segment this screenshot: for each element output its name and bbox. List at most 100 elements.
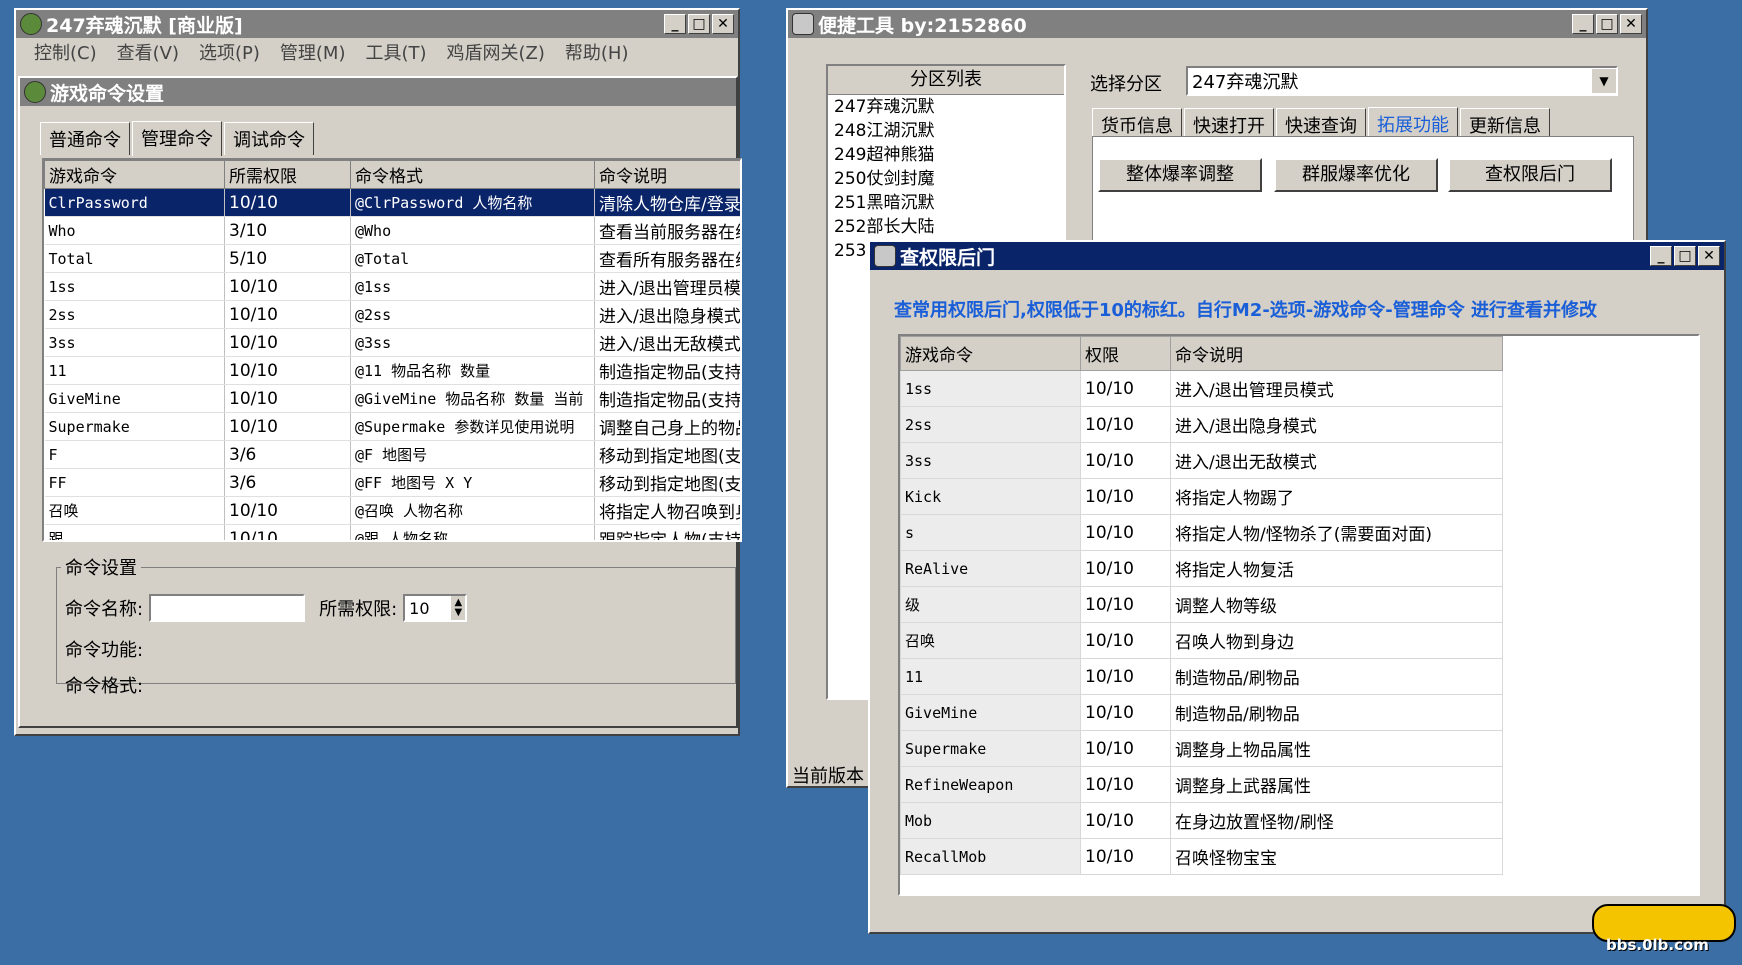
menu-gateway[interactable]: 鸡盾网关(Z) bbox=[437, 39, 555, 65]
table-row[interactable]: 11 10/10 制造物品/刷物品 bbox=[900, 658, 1503, 695]
table-row[interactable]: 3ss10/10@3ss进入/退出无敌模式(进入 bbox=[44, 328, 740, 357]
cell-desc: 制造物品/刷物品 bbox=[1170, 658, 1503, 695]
maximize-button[interactable]: □ bbox=[1674, 246, 1696, 266]
menu-options[interactable]: 选项(P) bbox=[189, 39, 270, 65]
col-game-command[interactable]: 游戏命令 bbox=[900, 336, 1081, 371]
table-row[interactable]: 1ss 10/10 进入/退出管理员模式 bbox=[900, 370, 1503, 407]
cell-desc: 制造指定物品(支持权限 bbox=[594, 384, 740, 413]
table-row[interactable]: 跟10/10@跟 人物名称跟踪指定人物(支持权限 bbox=[44, 524, 740, 540]
backdoor-titlebar[interactable]: 查权限后门 _ □ ✕ bbox=[870, 242, 1724, 270]
cmd-tabs: 普通命令 管理命令 调试命令 bbox=[40, 120, 736, 156]
col-game-command[interactable]: 游戏命令 bbox=[44, 160, 225, 189]
cmd-settings-titlebar[interactable]: 游戏命令设置 bbox=[20, 78, 736, 106]
tab-admin-commands[interactable]: 管理命令 bbox=[132, 121, 222, 156]
zone-list-item[interactable]: 248江湖沉默 bbox=[834, 119, 1064, 143]
cell-format: @11 物品名称 数量 bbox=[350, 356, 595, 385]
cmd-table: 游戏命令 所需权限 命令格式 命令说明 ClrPassword 10/10 @Clr… bbox=[44, 160, 740, 540]
cell-desc: 查看当前服务器在线人数 bbox=[594, 216, 740, 245]
menu-manage[interactable]: 管理(M) bbox=[270, 39, 356, 65]
cell-desc: 清除人物仓库/登录密码 bbox=[594, 188, 740, 217]
maximize-button[interactable]: □ bbox=[1596, 14, 1618, 34]
cell-perm: 10/10 bbox=[1080, 766, 1171, 803]
table-row[interactable]: Who3/10@Who查看当前服务器在线人数 bbox=[44, 216, 740, 245]
cell-format: @跟 人物名称 bbox=[350, 524, 595, 540]
cell-command: 3ss bbox=[900, 442, 1081, 479]
table-row[interactable]: RefineWeapon 10/10 调整身上武器属性 bbox=[900, 766, 1503, 803]
cell-format: @FF 地图号 X Y bbox=[350, 468, 595, 497]
table-row[interactable]: ReAlive 10/10 将指定人物复活 bbox=[900, 550, 1503, 587]
check-backdoor-button[interactable]: 查权限后门 bbox=[1448, 158, 1612, 192]
cell-perm: 10/10 bbox=[1080, 406, 1171, 443]
cell-perm: 10/10 bbox=[1080, 730, 1171, 767]
col-permission[interactable]: 权限 bbox=[1080, 336, 1171, 371]
table-row[interactable]: 2ss10/10@2ss进入/退出隐身模式(进入 bbox=[44, 300, 740, 329]
cell-perm: 3/10 bbox=[224, 216, 351, 245]
minimize-button[interactable]: _ bbox=[1650, 246, 1672, 266]
tab-normal-commands[interactable]: 普通命令 bbox=[40, 122, 130, 155]
table-row[interactable]: F3/6@F 地图号移动到指定地图(支持权限 bbox=[44, 440, 740, 469]
menu-view[interactable]: 查看(V) bbox=[107, 39, 189, 65]
table-row[interactable]: RecallMob 10/10 召唤怪物宝宝 bbox=[900, 838, 1503, 875]
table-row[interactable]: Total5/10@Total查看所有服务器在线人数 bbox=[44, 244, 740, 273]
main-menubar: 控制(C) 查看(V) 选项(P) 管理(M) 工具(T) 鸡盾网关(Z) 帮助… bbox=[16, 38, 738, 66]
col-command-format[interactable]: 命令格式 bbox=[350, 160, 595, 189]
close-button[interactable]: ✕ bbox=[712, 14, 734, 34]
perm-spinner[interactable]: 10 ▲ ▼ bbox=[403, 594, 468, 622]
table-row[interactable]: 级 10/10 调整人物等级 bbox=[900, 586, 1503, 623]
backdoor-title: 查权限后门 bbox=[900, 246, 996, 269]
menu-help[interactable]: 帮助(H) bbox=[555, 39, 639, 65]
table-row[interactable]: 3ss 10/10 进入/退出无敌模式 bbox=[900, 442, 1503, 479]
cell-format: @ClrPassword 人物名称 bbox=[350, 188, 595, 217]
cell-desc: 进入/退出隐身模式(进入 bbox=[594, 300, 740, 329]
col-command-desc[interactable]: 命令说明 bbox=[594, 160, 740, 189]
menu-control[interactable]: 控制(C) bbox=[24, 39, 107, 65]
cell-format: @1ss bbox=[350, 272, 595, 301]
command-name-input[interactable] bbox=[149, 594, 306, 622]
zone-list-item[interactable]: 250仗剑封魔 bbox=[834, 167, 1064, 191]
group-drop-rate-button[interactable]: 群服爆率优化 bbox=[1274, 158, 1438, 192]
menu-tools[interactable]: 工具(T) bbox=[355, 39, 436, 65]
table-row[interactable]: s 10/10 将指定人物/怪物杀了(需要面对面) bbox=[900, 514, 1503, 551]
minimize-button[interactable]: _ bbox=[664, 14, 686, 34]
zone-list-item[interactable]: 249超神熊猫 bbox=[834, 143, 1064, 167]
tab-debug-commands[interactable]: 调试命令 bbox=[224, 122, 314, 155]
zone-list-item[interactable]: 247弃魂沉默 bbox=[834, 95, 1064, 119]
table-row[interactable]: 1110/10@11 物品名称 数量制造指定物品(支持权限 bbox=[44, 356, 740, 385]
table-row[interactable]: Kick 10/10 将指定人物踢了 bbox=[900, 478, 1503, 515]
table-row[interactable]: Supermake 10/10 @Supermake 参数详见使用说明 调整自己身上的… bbox=[44, 412, 740, 441]
cell-command: GiveMine bbox=[44, 384, 225, 413]
cell-perm: 10/10 bbox=[224, 300, 351, 329]
col-command-desc[interactable]: 命令说明 bbox=[1170, 336, 1503, 371]
cell-desc: 将指定人物/怪物杀了(需要面对面) bbox=[1170, 514, 1503, 551]
maximize-button[interactable]: □ bbox=[688, 14, 710, 34]
col-required-perm[interactable]: 所需权限 bbox=[224, 160, 351, 189]
cell-perm: 10/10 bbox=[224, 328, 351, 357]
quick-tool-titlebar[interactable]: 便捷工具 by:2152860 _ □ ✕ bbox=[788, 10, 1646, 38]
command-function-label: 命令功能: bbox=[65, 640, 144, 661]
quick-tool-title: 便捷工具 by:2152860 bbox=[818, 14, 1027, 37]
zone-list-item[interactable]: 251黑暗沉默 bbox=[834, 191, 1064, 215]
table-row[interactable]: Supermake 10/10 调整身上物品属性 bbox=[900, 730, 1503, 767]
overall-drop-rate-button[interactable]: 整体爆率调整 bbox=[1098, 158, 1262, 192]
cell-command: RecallMob bbox=[900, 838, 1081, 875]
zone-list-item[interactable]: 252部长大陆 bbox=[834, 215, 1064, 239]
chevron-down-icon[interactable]: ▼ bbox=[1592, 69, 1616, 93]
zone-select[interactable]: 247弃魂沉默 ▼ bbox=[1186, 66, 1618, 96]
cell-perm: 10/10 bbox=[1080, 478, 1171, 515]
table-row[interactable]: ClrPassword 10/10 @ClrPassword 人物名称 清除人物仓库/… bbox=[44, 188, 740, 217]
close-button[interactable]: ✕ bbox=[1698, 246, 1720, 266]
main-titlebar[interactable]: 247弃魂沉默 [商业版] _ □ ✕ bbox=[16, 10, 738, 38]
table-row[interactable]: 1ss10/10@1ss进入/退出管理员模式(进入 bbox=[44, 272, 740, 301]
table-row[interactable]: 2ss 10/10 进入/退出隐身模式 bbox=[900, 406, 1503, 443]
close-button[interactable]: ✕ bbox=[1620, 14, 1642, 34]
tool-tab-panel bbox=[1092, 136, 1634, 248]
table-row[interactable]: 召唤 10/10 召唤人物到身边 bbox=[900, 622, 1503, 659]
minimize-button[interactable]: _ bbox=[1572, 14, 1594, 34]
table-row[interactable]: FF3/6@FF 地图号 X Y移动到指定地图(支持权限 bbox=[44, 468, 740, 497]
table-row[interactable]: GiveMine 10/10 制造物品/刷物品 bbox=[900, 694, 1503, 731]
spinner-arrows-icon[interactable]: ▲ ▼ bbox=[451, 596, 466, 620]
table-row[interactable]: 召唤10/10@召唤 人物名称将指定人物召唤到身边(支 bbox=[44, 496, 740, 525]
table-row[interactable]: GiveMine 10/10 @GiveMine 物品名称 数量 当前 制造指定物品(… bbox=[44, 384, 740, 413]
cell-perm: 10/10 bbox=[224, 412, 351, 441]
table-row[interactable]: Mob 10/10 在身边放置怪物/刷怪 bbox=[900, 802, 1503, 839]
